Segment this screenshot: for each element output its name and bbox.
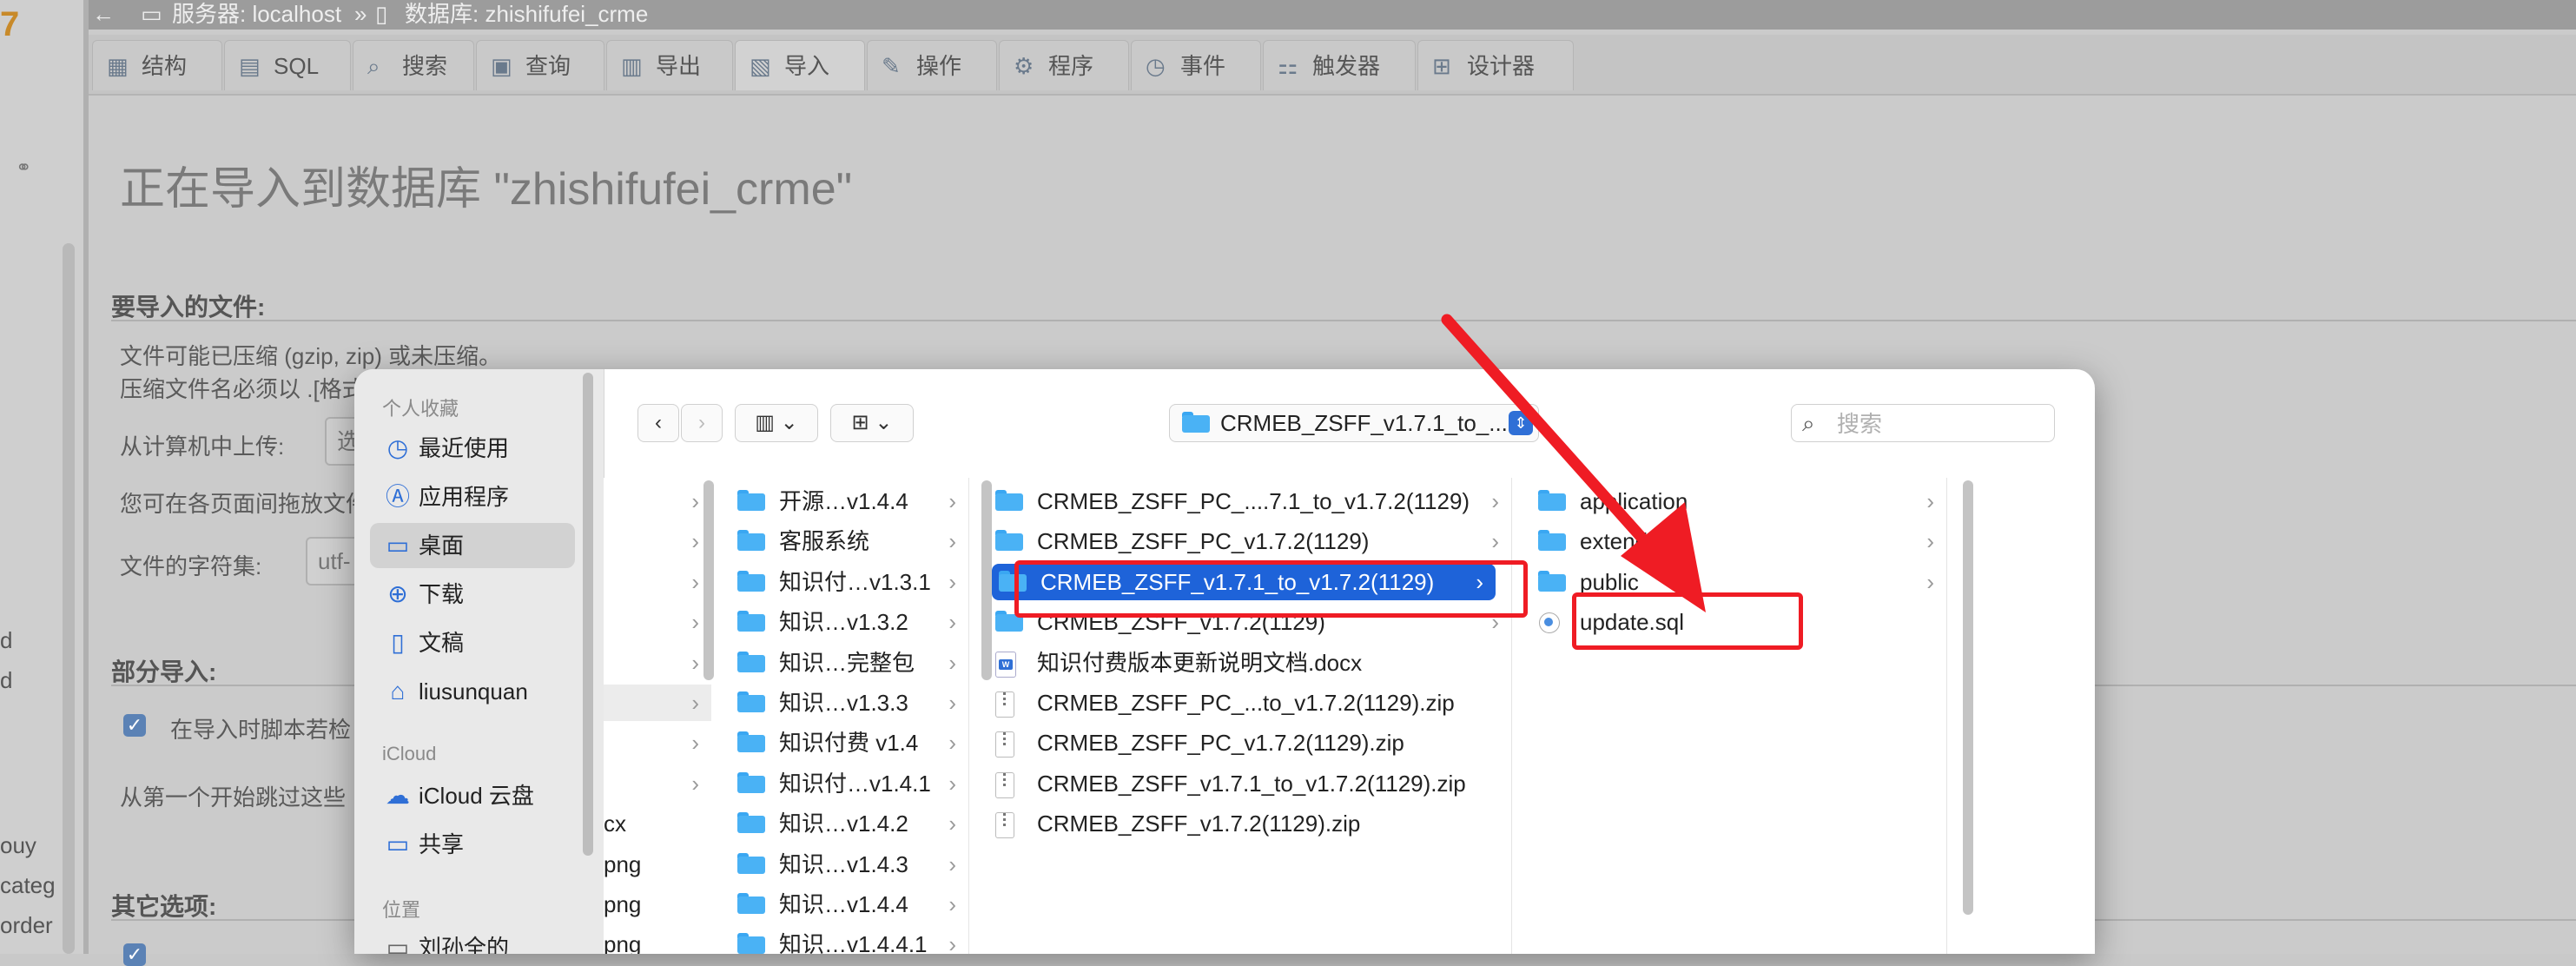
annotation-arrow [1441, 314, 1706, 612]
arrow-shaft [1441, 314, 1672, 571]
arrow-head [1621, 502, 1706, 612]
